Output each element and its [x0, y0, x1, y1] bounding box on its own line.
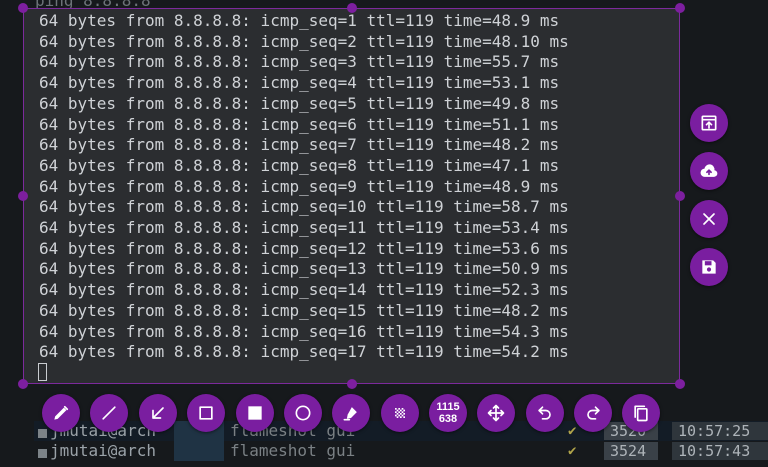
arrow-tool-button[interactable] [139, 394, 177, 432]
terminal-prompt-row: jmutai@arch flameshot gui ✔ 3524 10:57:4… [0, 441, 768, 461]
ping-output-line: 64 bytes from 8.8.8.8: icmp_seq=2 ttl=11… [39, 31, 569, 51]
move-icon [487, 404, 505, 422]
marker-tool-button[interactable] [332, 394, 370, 432]
ping-output-line: 64 bytes from 8.8.8.8: icmp_seq=15 ttl=1… [39, 300, 569, 320]
rectangle-outline-icon [199, 406, 213, 420]
prompt-user: jmutai@arch [50, 441, 156, 460]
undo-icon [538, 406, 551, 420]
redo-button[interactable] [574, 394, 612, 432]
prompt-time: 10:57:25 [672, 422, 768, 440]
selection-size-indicator: 1115 638 [429, 394, 467, 432]
circle-tool-button[interactable] [284, 394, 322, 432]
undo-button[interactable] [526, 394, 564, 432]
ping-output-line: 64 bytes from 8.8.8.8: icmp_seq=16 ttl=1… [39, 321, 569, 341]
ping-output-line: 64 bytes from 8.8.8.8: icmp_seq=4 ttl=11… [39, 73, 560, 93]
upload-button[interactable] [690, 152, 728, 190]
pixelate-tool-button[interactable] [381, 394, 419, 432]
check-icon: ✔ [568, 443, 577, 459]
open-app-icon [701, 115, 717, 131]
prompt-time: 10:57:43 [672, 442, 768, 460]
ping-output-line: 64 bytes from 8.8.8.8: icmp_seq=9 ttl=11… [39, 176, 560, 196]
resize-handle-top-left[interactable] [18, 3, 28, 13]
selection-width: 1115 [436, 401, 460, 413]
arrow-icon [152, 407, 164, 419]
ping-output-line: 64 bytes from 8.8.8.8: icmp_seq=13 ttl=1… [39, 259, 569, 279]
ping-output-line: 64 bytes from 8.8.8.8: icmp_seq=1 ttl=11… [39, 11, 560, 30]
history-count: 3524 [604, 442, 658, 460]
ping-output-line: 64 bytes from 8.8.8.8: icmp_seq=17 ttl=1… [39, 342, 569, 362]
resize-handle-bottom-right[interactable] [675, 379, 685, 389]
pencil-tool-button[interactable] [42, 394, 80, 432]
resize-handle-bottom-left[interactable] [18, 379, 28, 389]
close-icon [703, 213, 715, 225]
ping-output-line: 64 bytes from 8.8.8.8: icmp_seq=12 ttl=1… [39, 238, 569, 258]
save-icon [702, 260, 716, 274]
resize-handle-left[interactable] [18, 191, 28, 201]
ping-output-line: 64 bytes from 8.8.8.8: icmp_seq=8 ttl=11… [39, 155, 560, 175]
pencil-icon [54, 405, 69, 420]
selection-height: 638 [438, 413, 458, 425]
resize-handle-top[interactable] [347, 3, 357, 13]
exit-button[interactable] [690, 200, 728, 238]
pixelate-icon [395, 408, 405, 418]
ping-output-line: 64 bytes from 8.8.8.8: icmp_seq=7 ttl=11… [39, 135, 560, 155]
terminal-cursor [38, 363, 47, 381]
circle-icon [295, 405, 311, 421]
resize-handle-bottom[interactable] [347, 379, 357, 389]
ping-output-line: 64 bytes from 8.8.8.8: icmp_seq=5 ttl=11… [39, 93, 560, 113]
resize-handle-right[interactable] [675, 191, 685, 201]
ping-output-line: 64 bytes from 8.8.8.8: icmp_seq=14 ttl=1… [39, 280, 569, 300]
cloud-upload-icon [700, 164, 718, 177]
prompt-command: flameshot gui [230, 441, 356, 460]
rectangle-outline-tool-button[interactable] [187, 394, 225, 432]
ping-output-line: 64 bytes from 8.8.8.8: icmp_seq=6 ttl=11… [39, 114, 560, 134]
line-icon [102, 406, 116, 420]
marker-icon [343, 407, 357, 421]
save-button[interactable] [690, 248, 728, 286]
resize-handle-top-right[interactable] [675, 3, 685, 13]
copy-to-clipboard-button[interactable] [622, 394, 660, 432]
ping-output-line: 64 bytes from 8.8.8.8: icmp_seq=10 ttl=1… [39, 197, 569, 217]
move-selection-button[interactable] [477, 394, 515, 432]
line-tool-button[interactable] [90, 394, 128, 432]
open-with-app-button[interactable] [690, 104, 728, 142]
capture-selection[interactable]: 64 bytes from 8.8.8.8: icmp_seq=1 ttl=11… [23, 8, 680, 384]
check-icon: ✔ [568, 423, 577, 439]
copy-icon [634, 405, 648, 422]
redo-icon [587, 406, 600, 420]
rectangle-filled-tool-button[interactable] [236, 394, 274, 432]
rectangle-filled-icon [248, 406, 262, 420]
ping-output-line: 64 bytes from 8.8.8.8: icmp_seq=11 ttl=1… [39, 218, 569, 237]
ping-output-line: 64 bytes from 8.8.8.8: icmp_seq=3 ttl=11… [39, 52, 560, 72]
